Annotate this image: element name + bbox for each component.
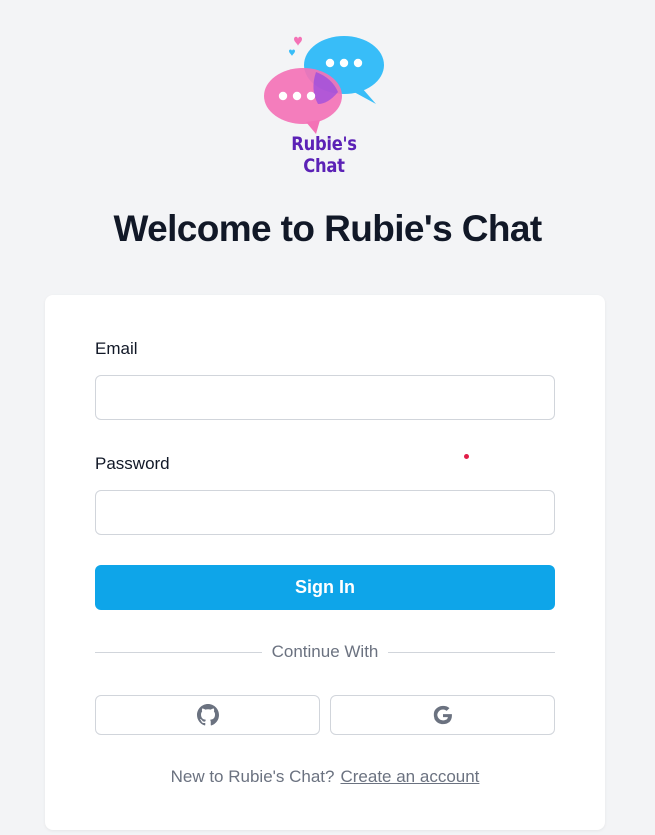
email-field[interactable] <box>95 375 555 420</box>
divider-text: Continue With <box>271 642 379 661</box>
signup-prompt-text: New to Rubie's Chat? <box>170 767 335 786</box>
divider-line-left <box>95 651 262 653</box>
password-field[interactable] <box>95 490 555 535</box>
red-dot-marker <box>464 454 469 459</box>
signup-prompt: New to Rubie's Chat? Create an account <box>45 767 605 787</box>
password-label: Password <box>95 454 170 473</box>
github-icon <box>196 704 219 726</box>
logo-wordmark: Rubie's Chat <box>291 133 357 177</box>
github-login-button[interactable] <box>95 695 320 735</box>
google-icon <box>433 705 452 725</box>
login-card: Email Password Sign In Continue With New… <box>45 295 605 830</box>
chat-bubbles-icon <box>264 36 384 134</box>
sign-in-button[interactable]: Sign In <box>95 565 555 610</box>
app-logo: Rubie's Chat <box>258 30 390 177</box>
divider-line-right <box>388 651 555 653</box>
login-page: Rubie's Chat Welcome to Rubie's Chat Ema… <box>0 0 655 835</box>
create-account-link[interactable]: Create an account <box>340 767 479 786</box>
page-title: Welcome to Rubie's Chat <box>113 208 542 249</box>
google-login-button[interactable] <box>330 695 555 735</box>
email-label: Email <box>95 339 138 358</box>
continue-with-divider: Continue With <box>95 641 555 663</box>
